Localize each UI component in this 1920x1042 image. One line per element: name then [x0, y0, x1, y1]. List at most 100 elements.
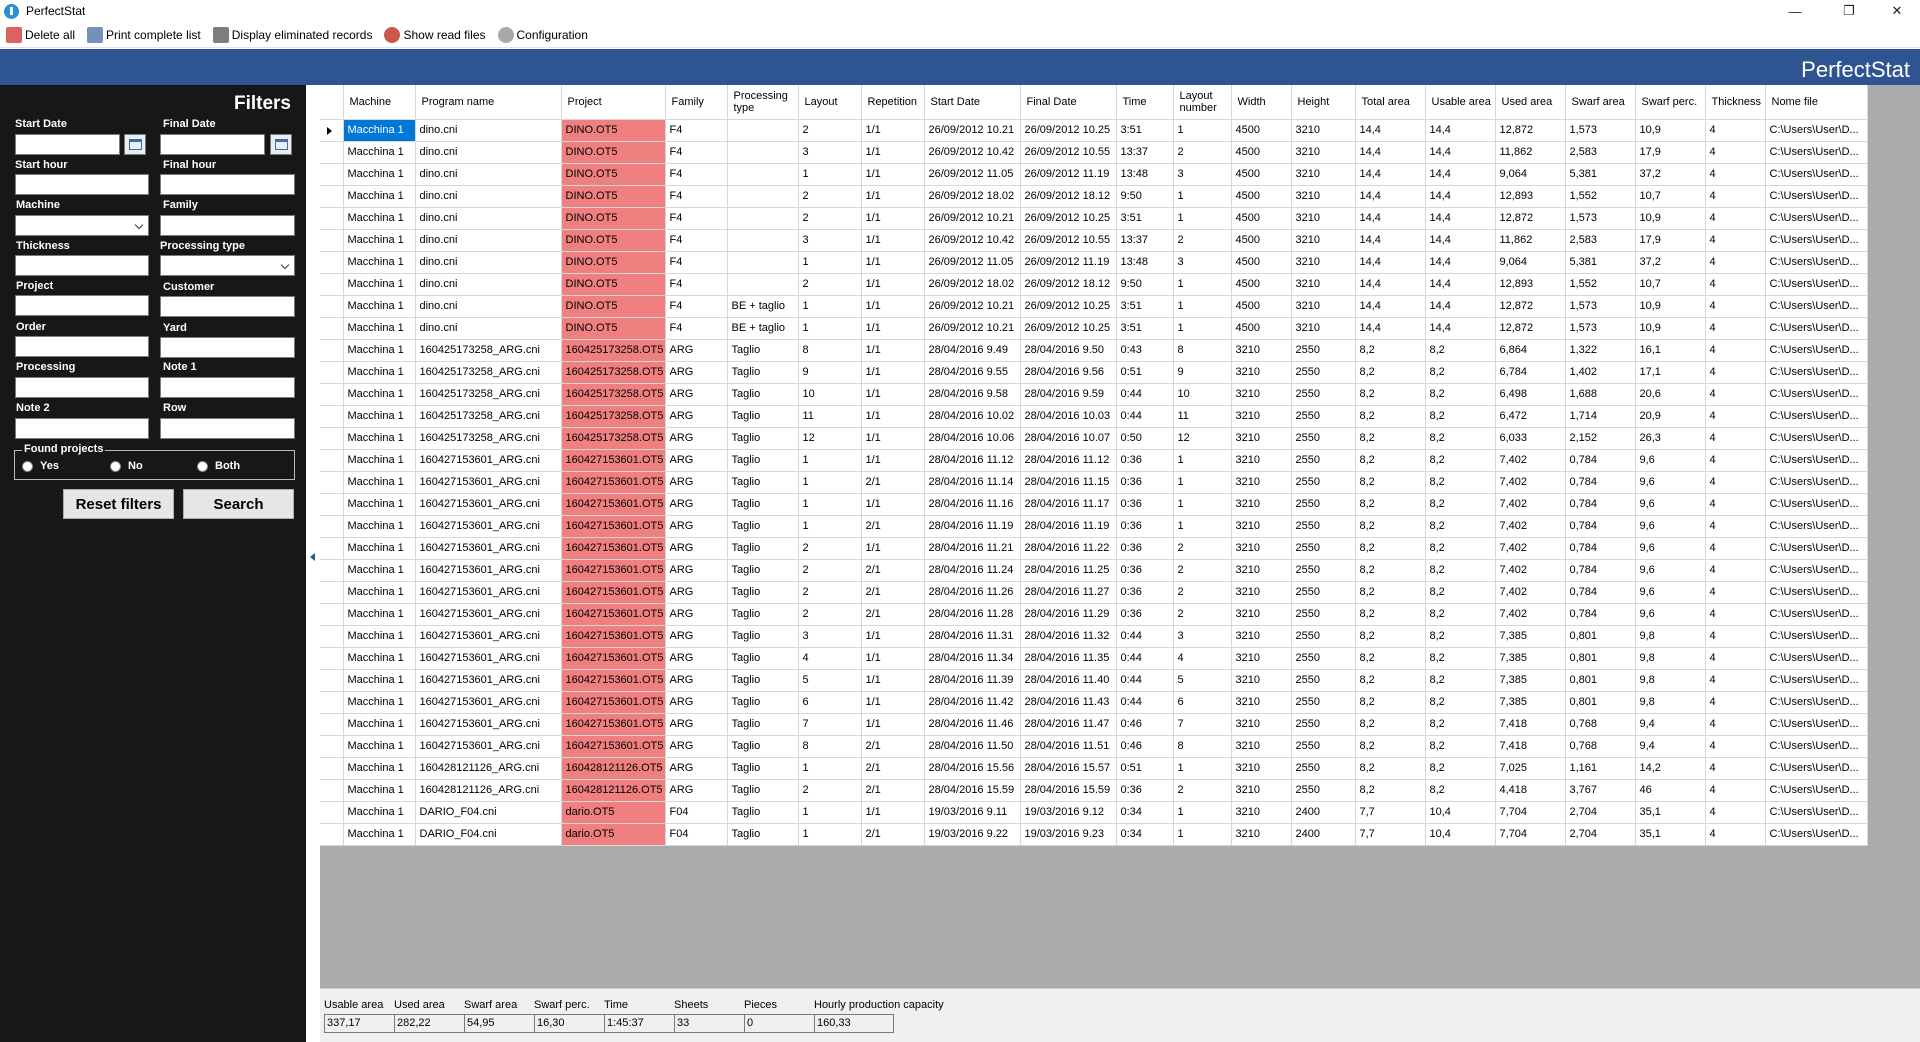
table-cell[interactable]: DINO.OT5 [561, 251, 666, 274]
final-hour-input[interactable] [160, 174, 295, 195]
table-cell[interactable]: 2550 [1291, 647, 1356, 670]
table-cell[interactable]: 8,2 [1425, 691, 1496, 714]
table-cell[interactable]: 1 [1173, 471, 1232, 494]
table-cell[interactable]: 160428121126.OT5 [561, 757, 666, 780]
row-header[interactable] [320, 779, 344, 802]
column-header[interactable]: Nome file [1765, 85, 1868, 120]
table-cell[interactable]: 0:44 [1116, 647, 1174, 670]
table-cell[interactable]: Macchina 1 [343, 713, 416, 736]
table-cell[interactable]: 160427153601_ARG.cni [415, 581, 562, 604]
table-cell[interactable]: 1,573 [1565, 317, 1636, 340]
table-cell[interactable]: C:\Users\User\D... [1765, 229, 1868, 252]
table-row[interactable]: Macchina 1 160427153601_ARG.cni 1604271536… [320, 713, 1868, 736]
table-cell[interactable]: 160427153601.OT5 [561, 515, 666, 538]
table-cell[interactable]: 26/09/2012 10.25 [1020, 295, 1117, 318]
table-cell[interactable]: 4 [1705, 559, 1766, 582]
table-cell[interactable]: Macchina 1 [343, 449, 416, 472]
table-cell[interactable]: 9,4 [1635, 713, 1706, 736]
table-cell[interactable]: C:\Users\User\D... [1765, 713, 1868, 736]
table-cell[interactable]: dino.cni [415, 295, 562, 318]
table-cell[interactable]: 1 [798, 163, 862, 186]
table-cell[interactable]: 3210 [1231, 581, 1292, 604]
table-cell[interactable]: C:\Users\User\D... [1765, 647, 1868, 670]
note2-input[interactable] [15, 418, 149, 439]
table-cell[interactable]: DINO.OT5 [561, 119, 666, 142]
column-header[interactable]: Final Date [1020, 85, 1117, 120]
table-cell[interactable]: BE + taglio [727, 317, 799, 340]
table-cell[interactable]: 28/04/2016 11.34 [924, 647, 1021, 670]
table-cell[interactable]: 2,152 [1565, 427, 1636, 450]
table-cell[interactable]: 2550 [1291, 735, 1356, 758]
found-no-radio[interactable]: No [110, 460, 143, 472]
table-row[interactable]: Macchina 1 160427153601_ARG.cni 1604271536… [320, 647, 1868, 670]
table-cell[interactable]: 1/1 [861, 339, 925, 362]
column-header[interactable]: Swarf area [1565, 85, 1636, 120]
table-row[interactable]: Macchina 1 dino.cni DINO.OT5 F4 2 1/1 26/09/20… [320, 119, 1868, 142]
table-cell[interactable]: 0:36 [1116, 581, 1174, 604]
column-header[interactable]: Thickness [1705, 85, 1766, 120]
table-cell[interactable]: 3210 [1231, 559, 1292, 582]
table-cell[interactable]: C:\Users\User\D... [1765, 581, 1868, 604]
table-cell[interactable]: 4 [1705, 427, 1766, 450]
table-cell[interactable]: 1/1 [861, 207, 925, 230]
table-cell[interactable]: F4 [665, 185, 728, 208]
table-cell[interactable]: 11,862 [1495, 141, 1566, 164]
table-cell[interactable]: 28/04/2016 11.29 [1020, 603, 1117, 626]
table-row[interactable]: Macchina 1 160428121126_ARG.cni 1604281211… [320, 757, 1868, 780]
table-cell[interactable]: 2/1 [861, 779, 925, 802]
table-cell[interactable]: 26/09/2012 10.21 [924, 119, 1021, 142]
table-cell[interactable]: 8,2 [1355, 779, 1426, 802]
collapse-arrow-icon[interactable] [310, 553, 315, 561]
table-cell[interactable]: 2550 [1291, 361, 1356, 384]
table-cell[interactable]: 26/09/2012 11.19 [1020, 251, 1117, 274]
table-cell[interactable]: 2550 [1291, 625, 1356, 648]
column-header[interactable]: Usable area [1425, 85, 1496, 120]
table-cell[interactable]: F4 [665, 251, 728, 274]
table-cell[interactable]: 2/1 [861, 581, 925, 604]
table-cell[interactable]: 0:51 [1116, 757, 1174, 780]
table-cell[interactable]: Macchina 1 [343, 405, 416, 428]
table-cell[interactable]: F4 [665, 141, 728, 164]
table-cell[interactable]: 1/1 [861, 691, 925, 714]
column-header[interactable]: Layout [798, 85, 862, 120]
table-cell[interactable]: 3210 [1291, 207, 1356, 230]
table-cell[interactable]: 28/04/2016 11.16 [924, 493, 1021, 516]
table-cell[interactable]: 1,688 [1565, 383, 1636, 406]
table-cell[interactable]: 1 [1173, 317, 1232, 340]
table-cell[interactable]: 1/1 [861, 383, 925, 406]
table-cell[interactable]: ARG [665, 691, 728, 714]
table-cell[interactable]: 9,6 [1635, 603, 1706, 626]
table-cell[interactable]: ARG [665, 603, 728, 626]
table-cell[interactable]: Taglio [727, 647, 799, 670]
table-row[interactable]: Macchina 1 160427153601_ARG.cni 1604271536… [320, 559, 1868, 582]
column-header[interactable]: Height [1291, 85, 1356, 120]
table-cell[interactable]: 2 [1173, 559, 1232, 582]
table-cell[interactable]: 2/1 [861, 471, 925, 494]
table-cell[interactable]: 0,801 [1565, 625, 1636, 648]
table-cell[interactable]: 0,784 [1565, 581, 1636, 604]
table-cell[interactable]: 0,784 [1565, 471, 1636, 494]
table-cell[interactable]: Macchina 1 [343, 537, 416, 560]
table-cell[interactable] [727, 185, 799, 208]
table-cell[interactable]: 4500 [1231, 185, 1292, 208]
table-cell[interactable]: 4 [1705, 119, 1766, 142]
table-cell[interactable]: 8,2 [1425, 779, 1496, 802]
table-cell[interactable]: DINO.OT5 [561, 141, 666, 164]
table-cell[interactable]: 160427153601_ARG.cni [415, 691, 562, 714]
table-cell[interactable]: 26,3 [1635, 427, 1706, 450]
table-cell[interactable]: 160427153601_ARG.cni [415, 493, 562, 516]
table-cell[interactable]: Macchina 1 [343, 141, 416, 164]
table-cell[interactable]: 28/04/2016 11.28 [924, 603, 1021, 626]
table-cell[interactable]: DINO.OT5 [561, 295, 666, 318]
table-cell[interactable]: 4 [798, 647, 862, 670]
table-cell[interactable]: 0:44 [1116, 405, 1174, 428]
table-cell[interactable]: 3210 [1231, 691, 1292, 714]
table-cell[interactable]: F4 [665, 163, 728, 186]
table-cell[interactable]: DINO.OT5 [561, 317, 666, 340]
table-cell[interactable]: 35,1 [1635, 801, 1706, 824]
table-cell[interactable]: 14,4 [1355, 207, 1426, 230]
table-cell[interactable]: 28/04/2016 10.06 [924, 427, 1021, 450]
table-cell[interactable]: 2550 [1291, 669, 1356, 692]
table-cell[interactable]: 10,9 [1635, 119, 1706, 142]
table-cell[interactable]: Macchina 1 [343, 801, 416, 824]
